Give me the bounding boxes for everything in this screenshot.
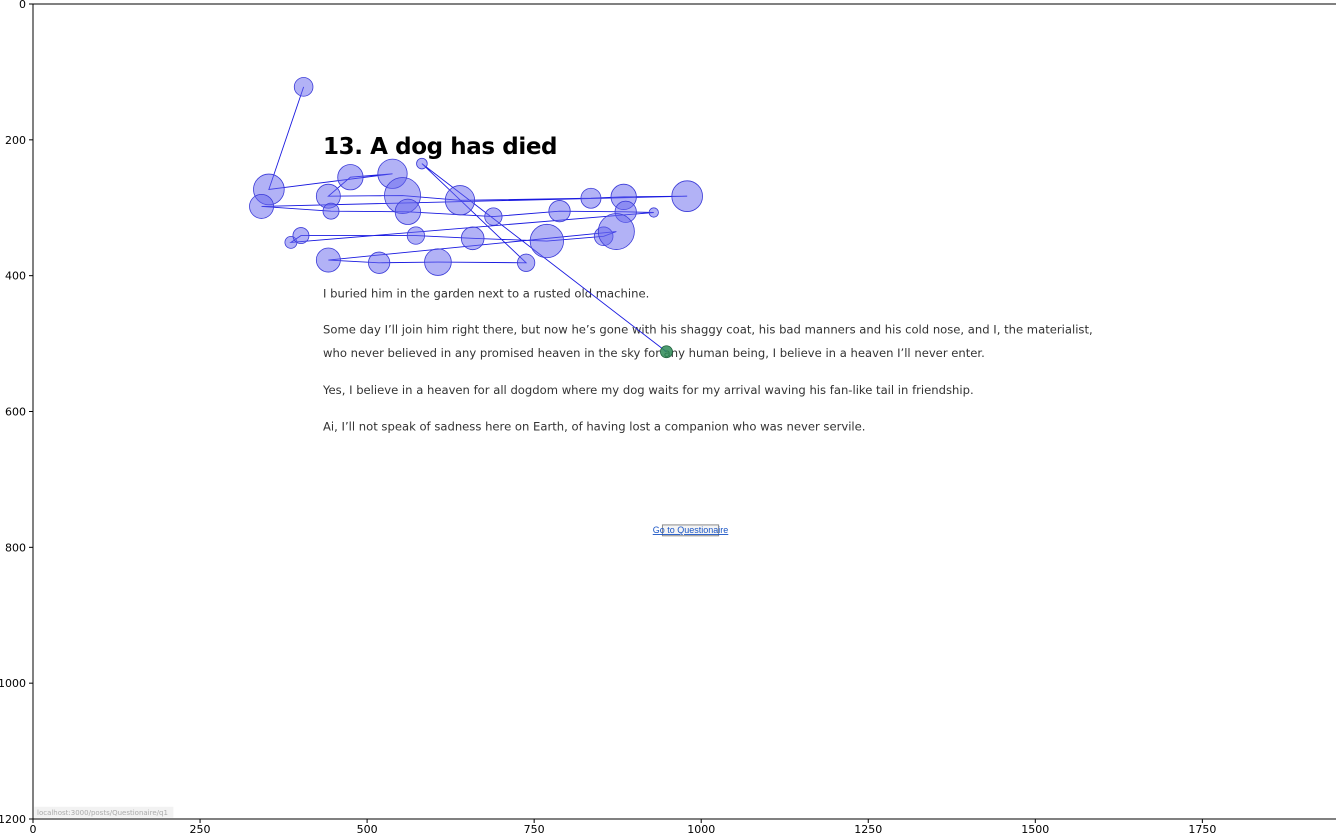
- fixation-point: [406, 226, 425, 245]
- page-title: 13. A dog has died: [323, 134, 557, 160]
- fixation-point: [249, 193, 274, 219]
- y-tick-label: 600: [5, 406, 26, 419]
- fixation-point: [671, 180, 703, 212]
- story-paragraphs: I buried him in the garden next to a rus…: [322, 286, 1093, 433]
- axes: 0 250 500 750 1000 1250 1500 1750 0 200 400 600 800…: [0, 0, 1336, 836]
- y-ticks: 0 200 400 600 800 1000 1200: [0, 0, 33, 826]
- fixation-points: [249, 77, 703, 359]
- current-gaze-point: [660, 345, 673, 359]
- y-tick-label: 1000: [0, 677, 26, 690]
- x-tick-label: 1500: [1021, 823, 1049, 836]
- x-ticks: 0 250 500 750 1000 1250 1500 1750: [30, 819, 1216, 836]
- fixation-point: [322, 202, 340, 220]
- y-tick-label: 200: [5, 134, 26, 147]
- x-tick-label: 1000: [687, 823, 715, 836]
- fixation-point: [315, 247, 341, 273]
- x-tick-label: 0: [30, 823, 37, 836]
- fixation-point: [424, 248, 452, 276]
- y-tick-label: 1200: [0, 813, 26, 826]
- fixation-point: [548, 200, 571, 223]
- y-tick-label: 0: [19, 0, 26, 11]
- go-to-questionaire-button[interactable]: Go to Questionaire: [653, 524, 729, 537]
- fixation-point: [368, 251, 391, 274]
- fixation-point: [444, 185, 476, 216]
- paragraph-line: who never believed in any promised heave…: [323, 346, 985, 360]
- y-tick-label: 400: [5, 270, 26, 283]
- gaze-layer: [249, 77, 703, 359]
- fixation-point: [597, 213, 635, 250]
- fixation-point: [293, 77, 314, 97]
- paragraph-line: Yes, I believe in a heaven for all dogdo…: [322, 383, 974, 397]
- fixation-point: [416, 157, 428, 170]
- gaze-scanpath-plot: 13. A dog has died I buried him in the g…: [0, 0, 1336, 836]
- paragraph-line: Ai, I’ll not speak of sadness here on Ea…: [323, 420, 865, 434]
- fixation-point: [460, 226, 485, 251]
- paragraph-line: I buried him in the garden next to a rus…: [323, 286, 649, 300]
- x-tick-label: 750: [524, 823, 545, 836]
- fixation-point: [292, 227, 310, 245]
- go-to-questionaire-label[interactable]: Go to Questionaire: [653, 525, 729, 535]
- x-tick-label: 250: [190, 823, 211, 836]
- x-tick-label: 1750: [1188, 823, 1216, 836]
- fixation-point: [484, 207, 503, 226]
- paragraph-line: Some day I’ll join him right there, but …: [323, 322, 1093, 336]
- fixation-point: [394, 198, 421, 225]
- fixation-point: [580, 187, 602, 209]
- fixation-point: [337, 164, 364, 191]
- x-tick-label: 500: [357, 823, 378, 836]
- fixation-point: [529, 223, 564, 259]
- fixation-point: [517, 253, 536, 272]
- browser-status-url: localhost:3000/posts/Questionaire/q1: [34, 806, 174, 818]
- fixation-point: [648, 207, 659, 218]
- x-tick-label: 1250: [854, 823, 882, 836]
- status-url-text: localhost:3000/posts/Questionaire/q1: [37, 809, 168, 817]
- y-tick-label: 800: [5, 541, 26, 554]
